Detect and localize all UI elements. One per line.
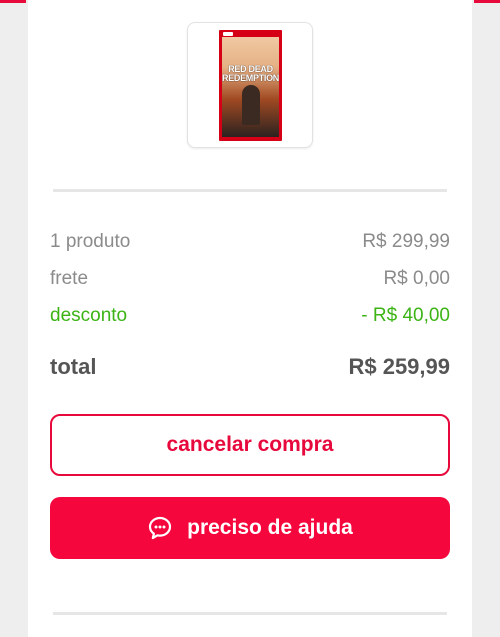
total-value: R$ 259,99	[348, 354, 450, 379]
products-label: 1 produto	[50, 231, 131, 252]
help-button[interactable]: preciso de ajuda	[50, 497, 450, 559]
products-value: R$ 299,99	[362, 231, 450, 252]
cancel-purchase-button[interactable]: cancelar compra	[50, 414, 450, 476]
cowboy-figure	[242, 85, 260, 125]
top-accent-right	[474, 0, 500, 3]
discount-value: - R$ 40,00	[361, 305, 450, 326]
switch-logo-icon	[223, 32, 233, 36]
help-label: preciso de ajuda	[187, 516, 353, 539]
products-row: 1 produto R$ 299,99	[50, 231, 450, 253]
product-thumbnail[interactable]: RED DEAD REDEMPTION	[187, 22, 313, 148]
shipping-row: frete R$ 0,00	[50, 268, 450, 290]
total-row: total R$ 259,99	[50, 354, 450, 380]
shipping-label: frete	[50, 268, 89, 289]
cover-art: RED DEAD REDEMPTION	[222, 37, 279, 137]
top-accent-left	[0, 0, 26, 3]
game-cover: RED DEAD REDEMPTION	[219, 30, 282, 141]
cover-title-line2: REDEMPTION	[222, 73, 279, 83]
shipping-value: R$ 0,00	[383, 268, 450, 289]
divider-bottom	[53, 612, 447, 615]
discount-label: desconto	[50, 305, 128, 326]
cancel-purchase-label: cancelar compra	[166, 433, 334, 456]
total-label: total	[50, 354, 97, 379]
cover-title: RED DEAD REDEMPTION	[222, 65, 279, 83]
divider-top	[53, 189, 447, 192]
discount-row: desconto - R$ 40,00	[50, 305, 450, 327]
chat-bubble-icon	[149, 516, 172, 540]
